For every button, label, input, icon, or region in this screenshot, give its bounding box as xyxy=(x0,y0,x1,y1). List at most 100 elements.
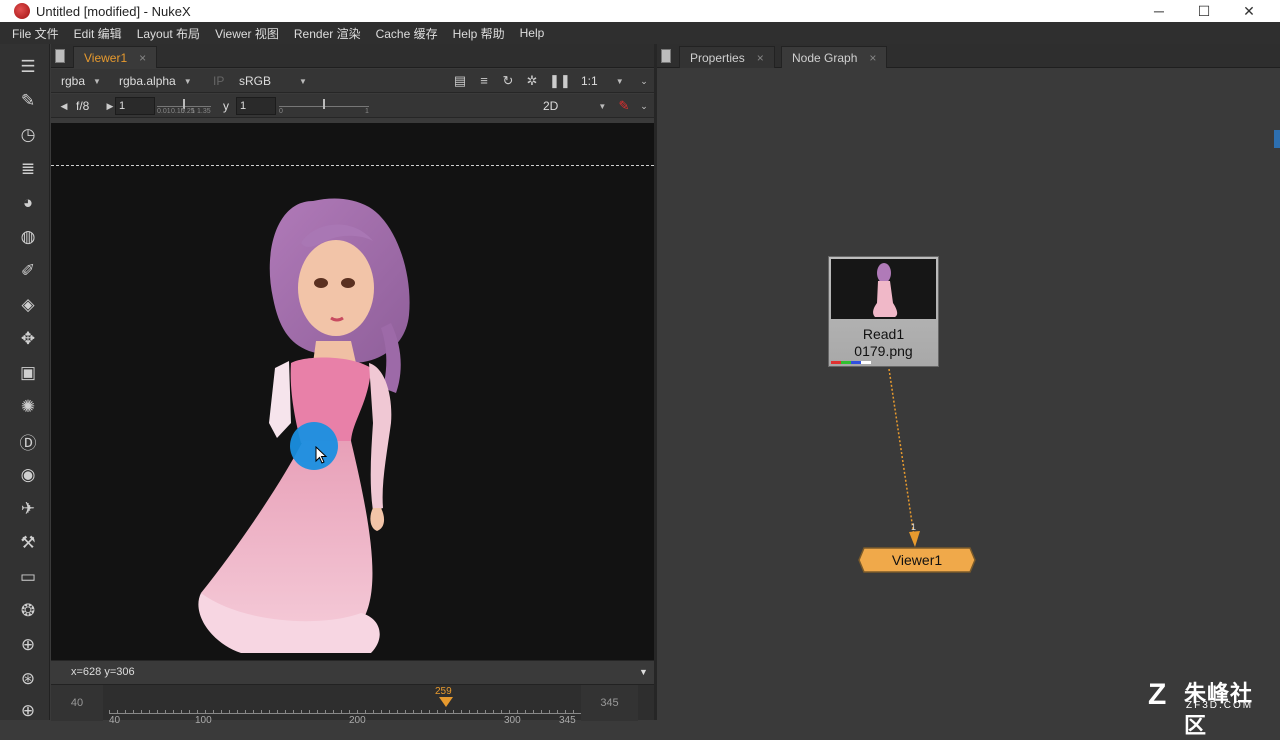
ruler-tick xyxy=(445,710,446,714)
viewer-info-bar: x=628 y=306 ▼ xyxy=(51,660,654,684)
ruler-tick xyxy=(261,710,262,714)
furnace-icon[interactable]: ❂ xyxy=(17,600,39,622)
image-icon[interactable]: ☰ xyxy=(17,56,39,78)
deep-icon[interactable]: Ⓓ xyxy=(17,430,39,453)
gamma-label: y xyxy=(223,99,229,113)
maximize-button[interactable]: ☐ xyxy=(1181,0,1227,22)
ruler-tick xyxy=(549,710,550,714)
ruler-tick xyxy=(285,710,286,714)
ruler-label: 200 xyxy=(349,715,366,726)
menu-render[interactable]: Render 渲染 xyxy=(294,25,361,42)
3d-icon[interactable]: ▣ xyxy=(17,362,39,384)
ruler-tick xyxy=(181,710,182,714)
watermark-en: ZF3D.COM xyxy=(1186,700,1254,711)
zoom-dropdown[interactable]: 1:1 ▼ xyxy=(581,73,624,89)
ruler-tick xyxy=(253,710,254,714)
ip-toggle[interactable]: IP xyxy=(213,73,224,89)
ruler-tick xyxy=(117,710,118,714)
menu-help-cn[interactable]: Help 帮助 xyxy=(453,25,505,42)
cursor-coordinates: x=628 y=306 xyxy=(71,666,135,678)
gamma-tick-label: 0 xyxy=(279,108,283,115)
channel-icon[interactable]: ≣ xyxy=(17,158,39,180)
keyer-icon[interactable]: ✐ xyxy=(17,260,39,282)
toolsets-icon[interactable]: ⚒ xyxy=(17,532,39,554)
menu-layout[interactable]: Layout 布局 xyxy=(137,25,200,42)
tab-close-icon[interactable]: × xyxy=(139,51,146,65)
expand-icon[interactable]: ⌄ xyxy=(637,74,651,88)
read-node[interactable]: Read1 0179.png xyxy=(828,256,939,367)
viewer-canvas[interactable] xyxy=(51,123,654,660)
lut-dropdown[interactable]: sRGB ▼ xyxy=(239,73,307,89)
ruler-tick xyxy=(501,710,502,714)
cursor-highlight xyxy=(290,422,338,470)
menu-cache[interactable]: Cache 缓存 xyxy=(376,25,438,42)
menu-file[interactable]: File 文件 xyxy=(12,25,59,42)
in-frame-field[interactable]: 40 xyxy=(51,685,103,721)
gain-input[interactable]: 1 xyxy=(115,97,155,115)
menu-viewer[interactable]: Viewer 视图 xyxy=(215,25,279,42)
ruler-tick xyxy=(525,710,526,714)
panel-handle[interactable] xyxy=(55,49,65,63)
channels-dropdown[interactable]: rgba ▼ xyxy=(61,73,101,89)
menu-help[interactable]: Help xyxy=(520,26,545,40)
alpha-channel-value: rgba.alpha xyxy=(119,74,176,88)
clear-icon[interactable]: ✎ xyxy=(617,99,631,113)
alpha-channel-dropdown[interactable]: rgba.alpha ▼ xyxy=(119,73,192,89)
out-frame-field[interactable]: 345 xyxy=(581,685,638,721)
ruler-tick xyxy=(189,710,190,714)
ruler-tick xyxy=(421,710,422,714)
chevron-down-icon: ▼ xyxy=(93,76,101,86)
cara-icon[interactable]: ⊛ xyxy=(17,668,39,690)
draw-icon[interactable]: ✎ xyxy=(17,90,39,112)
frame-ruler[interactable]: 40 100 200 300 345 259 xyxy=(109,686,582,726)
channel-red-indicator xyxy=(831,361,841,364)
settings-icon[interactable]: ✲ xyxy=(525,74,539,88)
gamma-slider[interactable]: 0 1 xyxy=(279,98,369,115)
views-icon[interactable]: ◉ xyxy=(17,464,39,486)
tab-viewer1[interactable]: Viewer1 × xyxy=(73,46,158,68)
ocula-icon[interactable]: ⊕ xyxy=(17,634,39,656)
channel-alpha-indicator xyxy=(861,361,871,364)
merge-icon[interactable]: ◈ xyxy=(17,294,39,316)
timeline: 40 40 100 200 300 345 259 345 xyxy=(51,684,654,726)
viewer-panel: Viewer1 × rgba ▼ rgba.alpha ▼ IP sRGB ▼ ▤ ≡… xyxy=(51,44,654,726)
particles-icon[interactable]: ✺ xyxy=(17,396,39,418)
viewer-node[interactable]: Viewer1 xyxy=(858,547,976,573)
gain-slider[interactable]: 0.01 0.15 0.25 1 1.35 xyxy=(157,98,211,115)
ruler-tick xyxy=(461,710,462,714)
ruler-label: 345 xyxy=(559,715,576,726)
metadata-icon[interactable]: ✈ xyxy=(17,498,39,520)
zf3d-watermark: Z 朱峰社区 ZF3D.COM xyxy=(1148,676,1270,738)
fstop-decrease-icon[interactable]: ◀ xyxy=(57,99,71,113)
other-icon[interactable]: ▭ xyxy=(17,566,39,588)
transform-icon[interactable]: ✥ xyxy=(17,328,39,350)
ruler-tick xyxy=(509,710,510,714)
viewer-region-icon[interactable]: ▤ xyxy=(453,74,467,88)
zoom-value: 1:1 xyxy=(581,74,598,88)
close-button[interactable]: ✕ xyxy=(1226,0,1272,22)
ruler-tick xyxy=(109,710,110,714)
expand-icon[interactable]: ⌄ xyxy=(637,99,651,113)
nuke-app-icon xyxy=(14,3,30,19)
menu-edit[interactable]: Edit 编辑 xyxy=(74,25,122,42)
nodes-toolbar: ☰ ✎ ◷ ≣ ◕ ◍ ✐ ◈ ✥ ▣ ✺ Ⓓ ◉ ✈ ⚒ ▭ ❂ ⊕ ⊛ ⊕ xyxy=(0,44,50,720)
gamma-input[interactable]: 1 xyxy=(236,97,276,115)
view-mode-dropdown[interactable]: 2D ▼ xyxy=(543,98,606,114)
color-icon[interactable]: ◕ xyxy=(17,192,39,214)
ruler-tick xyxy=(325,710,326,714)
info-dropdown-icon[interactable]: ▼ xyxy=(639,667,648,677)
chevron-down-icon: ▼ xyxy=(183,76,192,86)
gamma-slider-knob[interactable] xyxy=(323,99,325,109)
filter-icon[interactable]: ◍ xyxy=(17,226,39,248)
layers-icon[interactable]: ≡ xyxy=(477,74,491,88)
python-icon[interactable]: ⊕ xyxy=(17,700,39,722)
ruler-tick xyxy=(149,710,150,714)
playhead-marker[interactable] xyxy=(439,697,453,707)
node-graph-panel[interactable]: Properties × Node Graph × 1 Read1 0179.p… xyxy=(657,44,1280,738)
time-icon[interactable]: ◷ xyxy=(17,124,39,146)
ruler-tick xyxy=(437,710,438,714)
pause-icon[interactable]: ❚❚ xyxy=(549,74,571,88)
minimize-button[interactable]: ─ xyxy=(1136,0,1182,22)
refresh-icon[interactable]: ↻ xyxy=(501,74,515,88)
menu-bar: File 文件 Edit 编辑 Layout 布局 Viewer 视图 Rend… xyxy=(0,22,1280,44)
